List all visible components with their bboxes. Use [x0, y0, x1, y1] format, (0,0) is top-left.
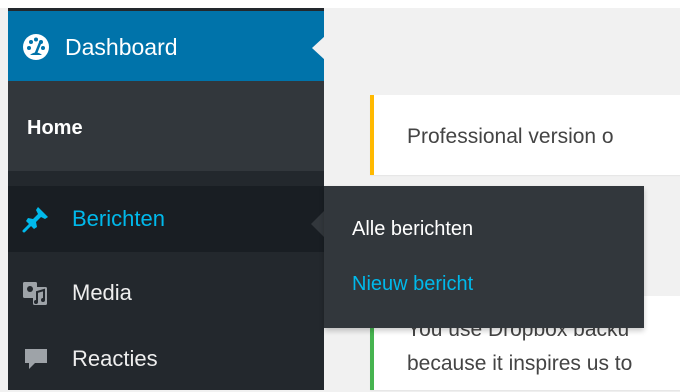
submenu-item-home[interactable]: Home — [27, 117, 83, 140]
sidebar-item-label: Reacties — [72, 346, 158, 371]
sidebar-item-label: Berichten — [72, 206, 165, 231]
flyout-arrow — [311, 211, 324, 237]
dashboard-submenu: Home — [8, 81, 324, 171]
sidebar-item-media[interactable]: Media — [8, 260, 324, 326]
notice-text-line: because it inspires us to — [407, 352, 633, 375]
notice-text: Professional version o — [407, 125, 614, 148]
admin-sidebar: Dashboard Home Berichten Media Reacties — [8, 8, 325, 392]
submenu-item-alle-berichten[interactable]: Alle berichten — [352, 216, 473, 242]
top-strip — [0, 0, 680, 8]
current-menu-arrow — [312, 36, 325, 60]
pushpin-icon — [21, 204, 51, 234]
submenu-item-nieuw-bericht[interactable]: Nieuw bericht — [352, 271, 473, 297]
sidebar-item-berichten[interactable]: Berichten — [8, 186, 324, 252]
dashboard-gauge-icon — [22, 33, 50, 61]
comment-icon — [21, 344, 51, 374]
notice-professional-version: Professional version o — [370, 95, 680, 175]
media-icon — [21, 278, 51, 308]
sidebar-item-label: Dashboard — [65, 34, 178, 60]
sidebar-item-reacties[interactable]: Reacties — [8, 326, 324, 392]
berichten-flyout-submenu: Alle berichten Nieuw bericht — [324, 186, 644, 328]
sidebar-item-dashboard[interactable]: Dashboard — [8, 11, 325, 81]
sidebar-item-label: Media — [72, 280, 132, 305]
